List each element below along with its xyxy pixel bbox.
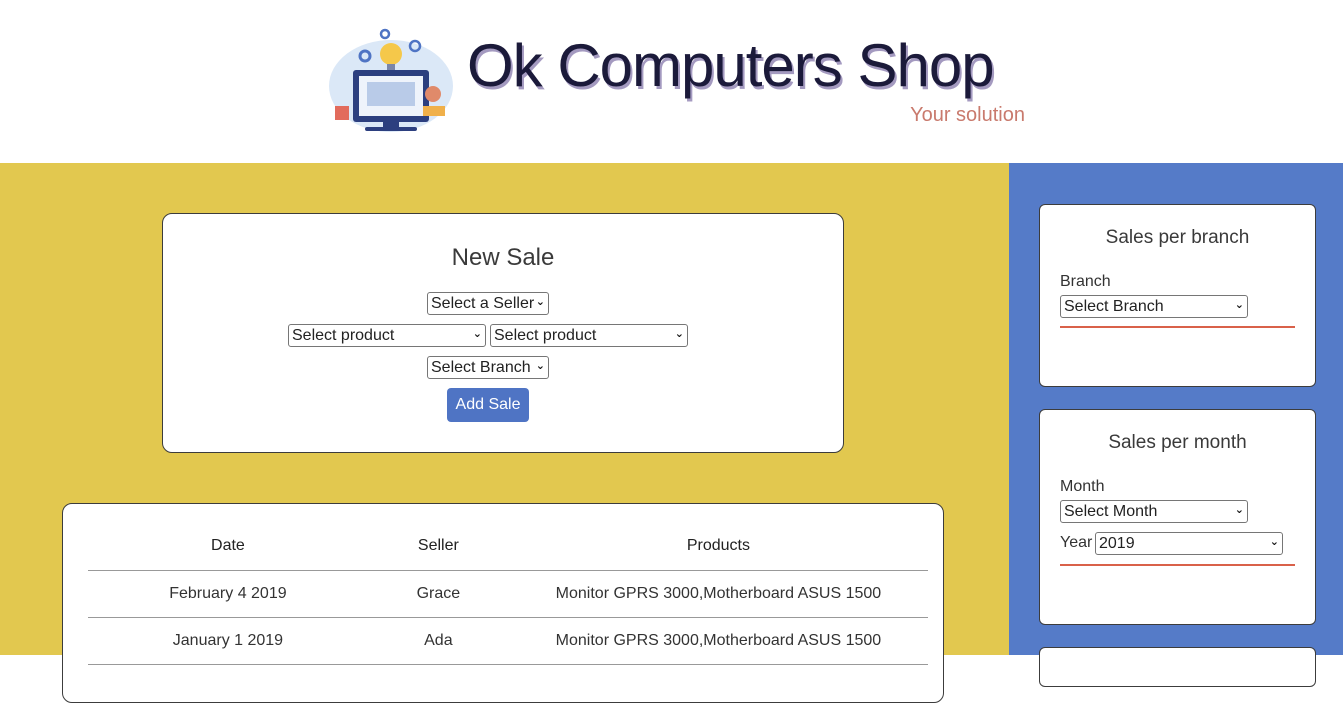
sales-per-month-card: Sales per month Month Select Month ⌄ Yea… [1039,409,1316,625]
cell-seller: Grace [367,570,509,618]
site-subtitle: Your solution [910,104,1025,126]
site-header: Ok Computers Shop Your solution [0,0,1343,163]
sales-per-branch-card: Sales per branch Branch Select Branch ⌄ [1039,204,1316,387]
product-select-2[interactable]: Select product ⌄ [490,324,688,347]
new-sale-card: New Sale Select a Seller ⌄ Select produc… [162,213,844,453]
seller-select[interactable]: Select a Seller ⌄ [427,292,549,315]
year-label: Year [1060,534,1093,551]
sidebar: Sales per branch Branch Select Branch ⌄ … [1009,163,1343,687]
product-select-1[interactable]: Select product ⌄ [288,324,486,347]
sidebar-branch-select[interactable]: Select Branch ⌄ [1060,295,1248,318]
main-content: New Sale Select a Seller ⌄ Select produc… [0,163,1009,703]
sidebar-card-partial [1039,647,1316,687]
cell-date: February 4 2019 [88,570,368,618]
column-header-seller: Seller [367,522,509,571]
sales-per-branch-title: Sales per branch [1105,227,1250,248]
table-header-row: Date Seller Products [88,522,928,571]
computer-logo-icon [329,28,453,132]
branch-label: Branch [1060,273,1111,290]
divider-line [1060,326,1295,328]
cell-date: January 1 2019 [88,617,368,665]
cell-products: Monitor GPRS 3000,Motherboard ASUS 1500 [508,570,928,618]
sales-table-card: Date Seller Products February 4 2019 Gra… [62,503,944,703]
table-row: February 4 2019 Grace Monitor GPRS 3000,… [88,570,928,618]
table-row: January 1 2019 Ada Monitor GPRS 3000,Mot… [88,617,928,665]
month-select[interactable]: Select Month ⌄ [1060,500,1248,523]
month-label: Month [1060,478,1105,495]
column-header-products: Products [508,522,928,571]
site-title: Ok Computers Shop [467,32,995,99]
new-sale-heading: New Sale [451,244,555,271]
column-header-date: Date [88,522,368,571]
branch-select[interactable]: Select Branch ⌄ [427,356,549,379]
add-sale-button[interactable]: Add Sale [447,388,529,422]
year-select[interactable]: 2019 ⌄ [1095,532,1283,555]
divider-line [1060,564,1295,566]
cell-products: Monitor GPRS 3000,Motherboard ASUS 1500 [508,617,928,665]
sales-table: Date Seller Products February 4 2019 Gra… [88,522,928,665]
sales-per-month-title: Sales per month [1108,432,1247,453]
cell-seller: Ada [367,617,509,665]
